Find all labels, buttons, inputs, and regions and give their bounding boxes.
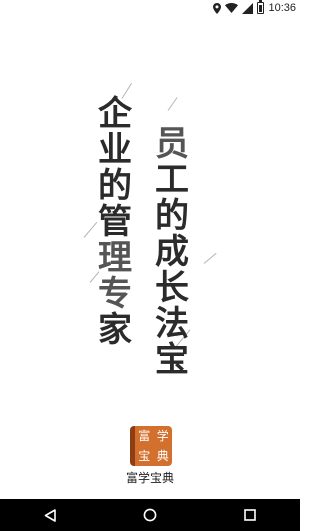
back-button[interactable] [30,499,70,531]
tagline-char: 专 [98,274,132,314]
app-logo-char: 富 [138,429,151,443]
status-bar: 10:36 [0,0,300,16]
tagline-char: 企 [98,94,132,134]
app-logo-char: 典 [156,449,169,463]
app-logo: 富 学 宝 典 [130,426,172,466]
tagline-left: 企 业 的 管 理 专 家 [98,96,132,348]
tagline-char: 员 [155,124,189,164]
location-icon [213,2,222,14]
tagline-char: 的 [98,166,132,206]
recents-icon [244,509,256,521]
home-icon [143,508,157,522]
app-logo-char: 宝 [138,449,151,463]
signal-icon [242,2,254,14]
ink-stroke [203,252,217,264]
tagline-char: 业 [98,130,132,170]
battery-icon [257,0,265,14]
tagline-char: 成 [155,232,189,272]
tagline-char: 宝 [155,340,189,380]
tagline-right: 员 工 的 成 长 法 宝 [155,126,189,378]
tagline-char: 理 [98,238,132,278]
ink-stroke [167,97,178,111]
home-button[interactable] [130,499,170,531]
app-name: 富学宝典 [125,471,174,485]
tagline-char: 管 [98,202,132,242]
navigation-bar [0,499,300,531]
back-icon [44,508,56,522]
tagline-char: 工 [155,160,189,200]
tagline-char: 家 [98,310,132,350]
tagline-char: 法 [155,304,189,344]
tagline-char: 的 [155,196,189,236]
ink-stroke [83,221,98,238]
app-logo-char: 学 [156,429,169,443]
tagline-char: 长 [155,268,189,308]
wifi-icon [225,3,239,13]
recents-button[interactable] [230,499,270,531]
status-time: 10:36 [268,2,296,14]
